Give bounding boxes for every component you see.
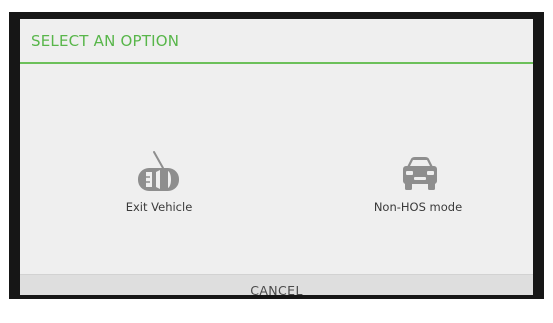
cancel-button[interactable]: CANCEL [20, 274, 533, 295]
car-door-open-icon [138, 151, 179, 191]
non-hos-mode-label: Non-HOS mode [373, 200, 463, 214]
cancel-label: CANCEL [250, 283, 303, 295]
exit-vehicle-option[interactable]: Exit Vehicle [79, 149, 239, 214]
dialog-title: SELECT AN OPTION [31, 32, 180, 50]
non-hos-mode-option[interactable]: Non-HOS mode [338, 149, 498, 214]
select-option-dialog: SELECT AN OPTION Exit Vehicle Non-HOS mo… [20, 19, 533, 295]
car-front-icon [403, 157, 437, 190]
exit-vehicle-label: Exit Vehicle [125, 200, 193, 214]
dialog-header: SELECT AN OPTION [20, 19, 533, 64]
